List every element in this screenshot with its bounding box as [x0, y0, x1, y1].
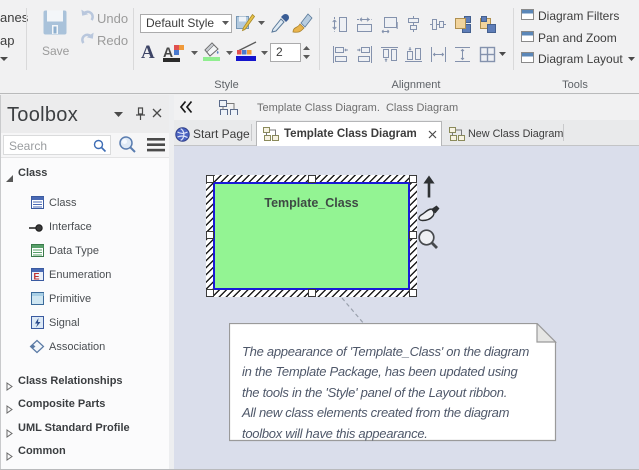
svg-text:E: E	[34, 272, 40, 282]
svg-text:A: A	[163, 44, 173, 60]
